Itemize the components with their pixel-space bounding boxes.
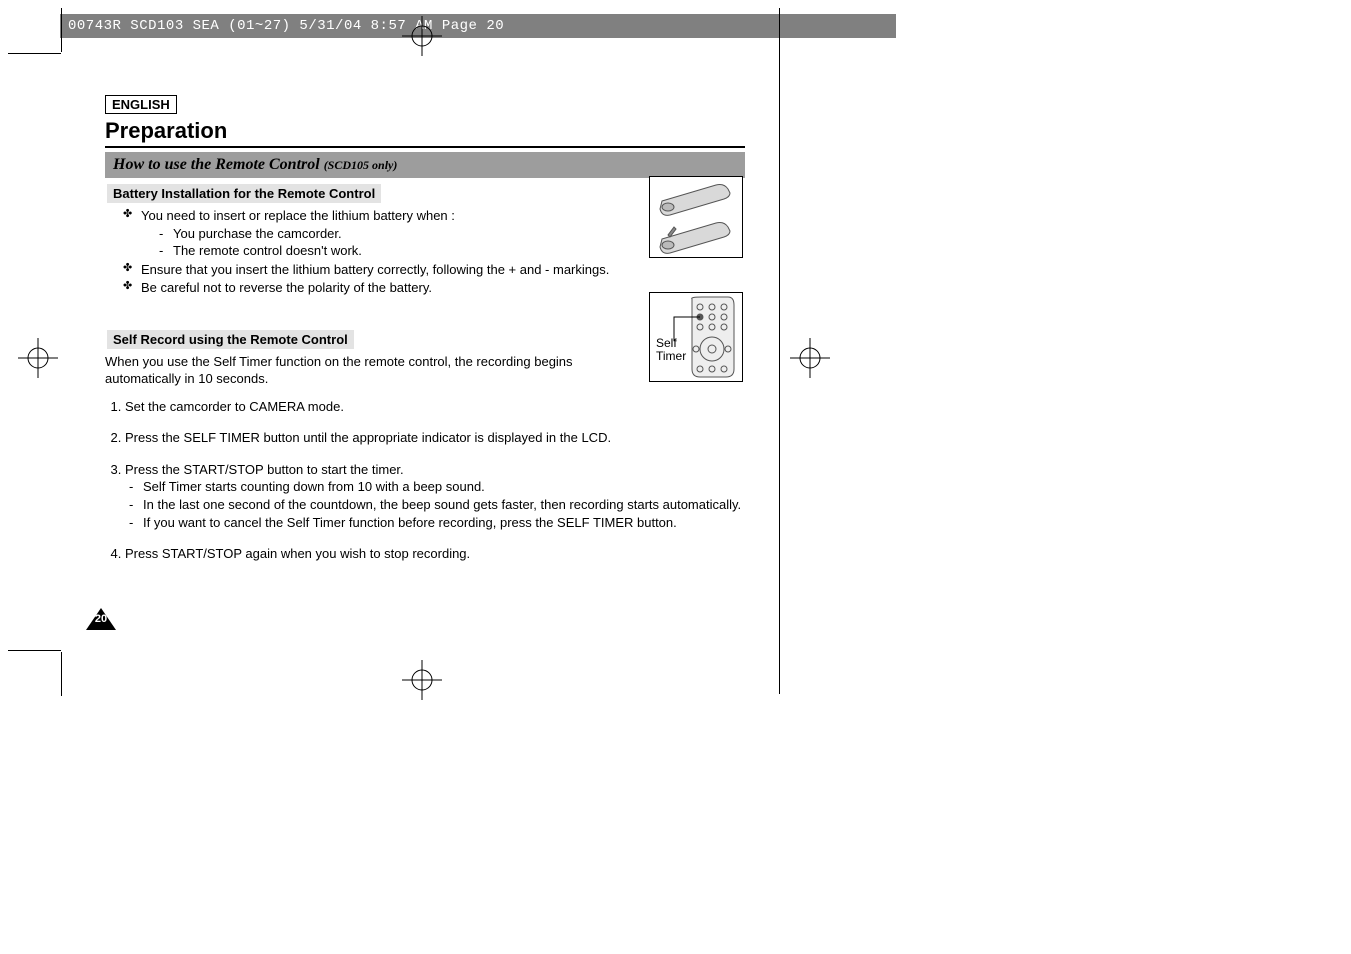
steps-list: Set the camcorder to CAMERA mode. Press …	[105, 398, 745, 563]
crop-mark	[61, 8, 62, 52]
dash-item: In the last one second of the countdown,…	[129, 496, 745, 514]
step-item: Press the SELF TIMER button until the ap…	[125, 429, 745, 447]
bullet-text: You need to insert or replace the lithiu…	[141, 208, 455, 223]
section-title: How to use the Remote Control	[113, 156, 320, 173]
page-number: 20	[86, 608, 116, 630]
page-number-badge: 20	[86, 608, 116, 630]
crop-mark	[61, 652, 62, 696]
dash-item: Self Timer starts counting down from 10 …	[129, 478, 745, 496]
subhead-battery: Battery Installation for the Remote Cont…	[107, 184, 381, 203]
illustration-remote-battery	[649, 176, 743, 258]
subhead-self-record: Self Record using the Remote Control	[107, 330, 354, 349]
crop-mark	[779, 8, 780, 694]
section-bar: How to use the Remote Control (SCD105 on…	[105, 152, 745, 178]
crop-mark	[8, 53, 61, 54]
language-badge: ENGLISH	[105, 95, 177, 114]
illustration-remote-layout: Self Timer	[649, 292, 743, 382]
bullet-item: Ensure that you insert the lithium batte…	[123, 261, 745, 279]
chapter-title: Preparation	[105, 118, 745, 148]
section-suffix: (SCD105 only)	[324, 158, 398, 172]
dash-item: If you want to cancel the Self Timer fun…	[129, 514, 745, 532]
step-text: Press the START/STOP button to start the…	[125, 462, 404, 477]
registration-mark-icon	[790, 338, 830, 378]
illustration-label: Self Timer	[656, 337, 686, 363]
registration-mark-icon	[402, 660, 442, 700]
illus-label-line2: Timer	[656, 350, 686, 363]
step-item: Set the camcorder to CAMERA mode.	[125, 398, 745, 416]
self-record-intro: When you use the Self Timer function on …	[105, 353, 625, 388]
registration-mark-icon	[18, 338, 58, 378]
registration-mark-icon	[402, 16, 442, 56]
print-header-strip: 00743R SCD103 SEA (01~27) 5/31/04 8:57 A…	[60, 14, 896, 38]
step-item: Press the START/STOP button to start the…	[125, 461, 745, 531]
crop-mark	[8, 650, 61, 651]
step-item: Press START/STOP again when you wish to …	[125, 545, 745, 563]
